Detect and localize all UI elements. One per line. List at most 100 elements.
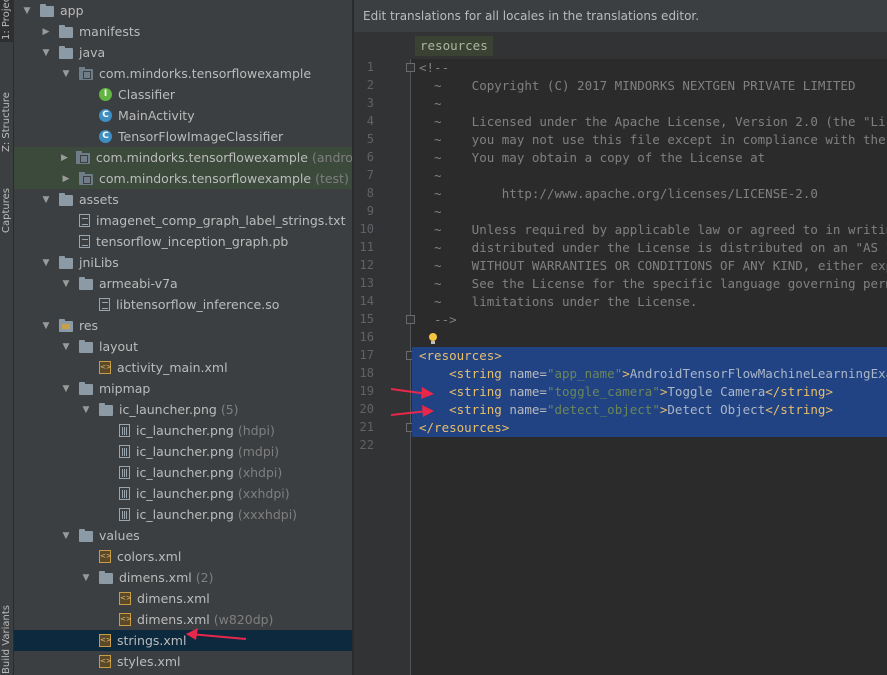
expand-arrow-icon[interactable]: ▼ [61, 69, 71, 79]
code-line[interactable]: ~ [412, 203, 887, 221]
code-token: Toggle Camera [667, 384, 766, 399]
code-line[interactable]: ~ Unless required by applicable law or a… [412, 221, 887, 239]
code-line[interactable]: <resources> [412, 347, 887, 365]
tree-row[interactable]: ▼ jniLibs [14, 252, 352, 273]
tree-row[interactable]: ▶libtensorflow_inference.so [14, 294, 352, 315]
expand-arrow-icon[interactable]: ▼ [61, 279, 71, 289]
tree-row[interactable]: ▶ic_launcher.png(xxxhdpi) [14, 504, 352, 525]
expand-arrow-icon[interactable]: ▼ [61, 342, 71, 352]
tab-structure[interactable]: Z: Structure [0, 64, 14, 154]
code-token: ~ Copyright (C) 2017 MINDORKS NEXTGEN PR… [419, 78, 856, 93]
tab-captures[interactable]: Captures [0, 165, 14, 235]
code-line[interactable]: ~ Licensed under the Apache License, Ver… [412, 113, 887, 131]
tree-row[interactable]: ▶activity_main.xml [14, 357, 352, 378]
tree-row[interactable]: ▶CMainActivity [14, 105, 352, 126]
collapse-arrow-icon[interactable]: ▶ [61, 153, 68, 163]
text-file-icon [99, 298, 110, 311]
code-line[interactable]: </resources> [412, 419, 887, 437]
tab-project[interactable]: 1: Project [0, 0, 14, 42]
line-number: 13 [359, 276, 374, 290]
code-line[interactable]: <string name="toggle_camera">Toggle Came… [412, 383, 887, 401]
code-line[interactable] [412, 329, 887, 347]
tree-row[interactable]: ▼ assets [14, 189, 352, 210]
line-number: 19 [359, 384, 374, 398]
expand-arrow-icon[interactable]: ▼ [61, 531, 71, 541]
tab-build-variants[interactable]: Build Variants [0, 590, 14, 675]
tree-row[interactable]: ▶ manifests [14, 21, 352, 42]
tree-row[interactable]: ▼ res [14, 315, 352, 336]
tree-row[interactable]: ▶dimens.xml [14, 588, 352, 609]
tree-row[interactable]: ▶ic_launcher.png(hdpi) [14, 420, 352, 441]
tree-row-label: ic_launcher.png [136, 423, 234, 438]
tree-row[interactable]: ▼ armeabi-v7a [14, 273, 352, 294]
code-line[interactable]: <!-- [412, 59, 887, 77]
tree-row[interactable]: ▼ dimens.xml (2) [14, 567, 352, 588]
expand-arrow-icon[interactable]: ▼ [41, 321, 51, 331]
tree-row[interactable]: ▶ com.mindorks.tensorflowexample (test) [14, 168, 352, 189]
code-line[interactable]: ~ Copyright (C) 2017 MINDORKS NEXTGEN PR… [412, 77, 887, 95]
expand-arrow-icon[interactable]: ▼ [41, 48, 51, 58]
expand-arrow-icon[interactable]: ▼ [61, 384, 71, 394]
code-line[interactable] [412, 437, 887, 455]
editor-pane: Edit translations for all locales in the… [354, 0, 887, 675]
code-area[interactable]: <!-- ~ Copyright (C) 2017 MINDORKS NEXTG… [412, 59, 887, 675]
lightbulb-icon[interactable] [428, 333, 438, 345]
tree-row[interactable]: ▶colors.xml [14, 546, 352, 567]
code-line[interactable]: --> [412, 311, 887, 329]
tree-row-label: ic_launcher.png [119, 402, 217, 417]
tree-row-hint: (xxxhdpi) [237, 507, 298, 522]
tree-row[interactable]: ▶styles.xml [14, 651, 352, 672]
tree-row[interactable]: ▶IClassifier [14, 84, 352, 105]
tree-row-label: styles.xml [117, 654, 181, 669]
tree-row[interactable]: ▼ java [14, 42, 352, 63]
tree-row-hint: (xxhdpi) [237, 486, 290, 501]
code-line[interactable]: ~ WITHOUT WARRANTIES OR CONDITIONS OF AN… [412, 257, 887, 275]
tree-row[interactable]: ▶ic_launcher.png(mdpi) [14, 441, 352, 462]
expand-arrow-icon[interactable]: ▼ [41, 195, 51, 205]
tree-row[interactable]: ▼ ic_launcher.png (5) [14, 399, 352, 420]
collapse-arrow-icon[interactable]: ▶ [61, 174, 71, 184]
tree-row[interactable]: ▼ values [14, 525, 352, 546]
folder-icon [79, 381, 93, 395]
folder-icon [40, 3, 54, 17]
tab-build-variants-label: Build Variants [1, 605, 12, 674]
code-token: > [622, 366, 630, 381]
code-token: ~ limitations under the License. [419, 294, 698, 309]
code-token: AndroidTensorFlowMachineLearningExample [629, 366, 887, 381]
tree-row[interactable]: ▼ mipmap [14, 378, 352, 399]
tree-row[interactable]: ▶ com.mindorks.tensorflowexample(androidT… [14, 147, 352, 168]
code-line[interactable]: ~ limitations under the License. [412, 293, 887, 311]
tree-row[interactable]: ▼ app [14, 0, 352, 21]
collapse-arrow-icon[interactable]: ▶ [41, 27, 51, 37]
expand-arrow-icon[interactable]: ▼ [41, 258, 51, 268]
code-line[interactable]: ~ you may not use this file except in co… [412, 131, 887, 149]
code-line[interactable]: ~ You may obtain a copy of the License a… [412, 149, 887, 167]
code-token: ~ Unless required by applicable law or a… [434, 222, 887, 237]
tree-row[interactable]: ▶tensorflow_inception_graph.pb [14, 231, 352, 252]
tree-row[interactable]: ▶ic_launcher.png(xhdpi) [14, 462, 352, 483]
code-line[interactable]: <string name="detect_object">Detect Obje… [412, 401, 887, 419]
tree-row[interactable]: ▶imagenet_comp_graph_label_strings.txt [14, 210, 352, 231]
code-line[interactable]: ~ http://www.apache.org/licenses/LICENSE… [412, 185, 887, 203]
tree-row-hint: (5) [220, 402, 239, 417]
editor-notification-bar[interactable]: Edit translations for all locales in the… [354, 0, 887, 33]
xml-file-icon [99, 634, 111, 647]
tree-row[interactable]: ▼ layout [14, 336, 352, 357]
expand-arrow-icon[interactable]: ▼ [22, 6, 32, 16]
package-icon [79, 171, 93, 185]
expand-arrow-icon[interactable]: ▼ [81, 573, 91, 583]
folder-icon [99, 402, 113, 416]
code-line[interactable]: <string name="app_name">AndroidTensorFlo… [412, 365, 887, 383]
breadcrumb[interactable]: resources [415, 36, 493, 56]
code-line[interactable]: ~ distributed under the License is distr… [412, 239, 887, 257]
tree-row[interactable]: ▶CTensorFlowImageClassifier [14, 126, 352, 147]
code-token: ~ Licensed under the Apache License, Ver… [434, 114, 887, 129]
code-token: <resources> [419, 348, 502, 363]
code-line[interactable]: ~ See the License for the specific langu… [412, 275, 887, 293]
tree-row[interactable]: ▶ic_launcher.png(xxhdpi) [14, 483, 352, 504]
expand-arrow-icon[interactable]: ▼ [81, 405, 91, 415]
tree-row-label: com.mindorks.tensorflowexample [99, 66, 312, 81]
code-line[interactable]: ~ [412, 95, 887, 113]
code-line[interactable]: ~ [412, 167, 887, 185]
tree-row[interactable]: ▼ com.mindorks.tensorflowexample [14, 63, 352, 84]
